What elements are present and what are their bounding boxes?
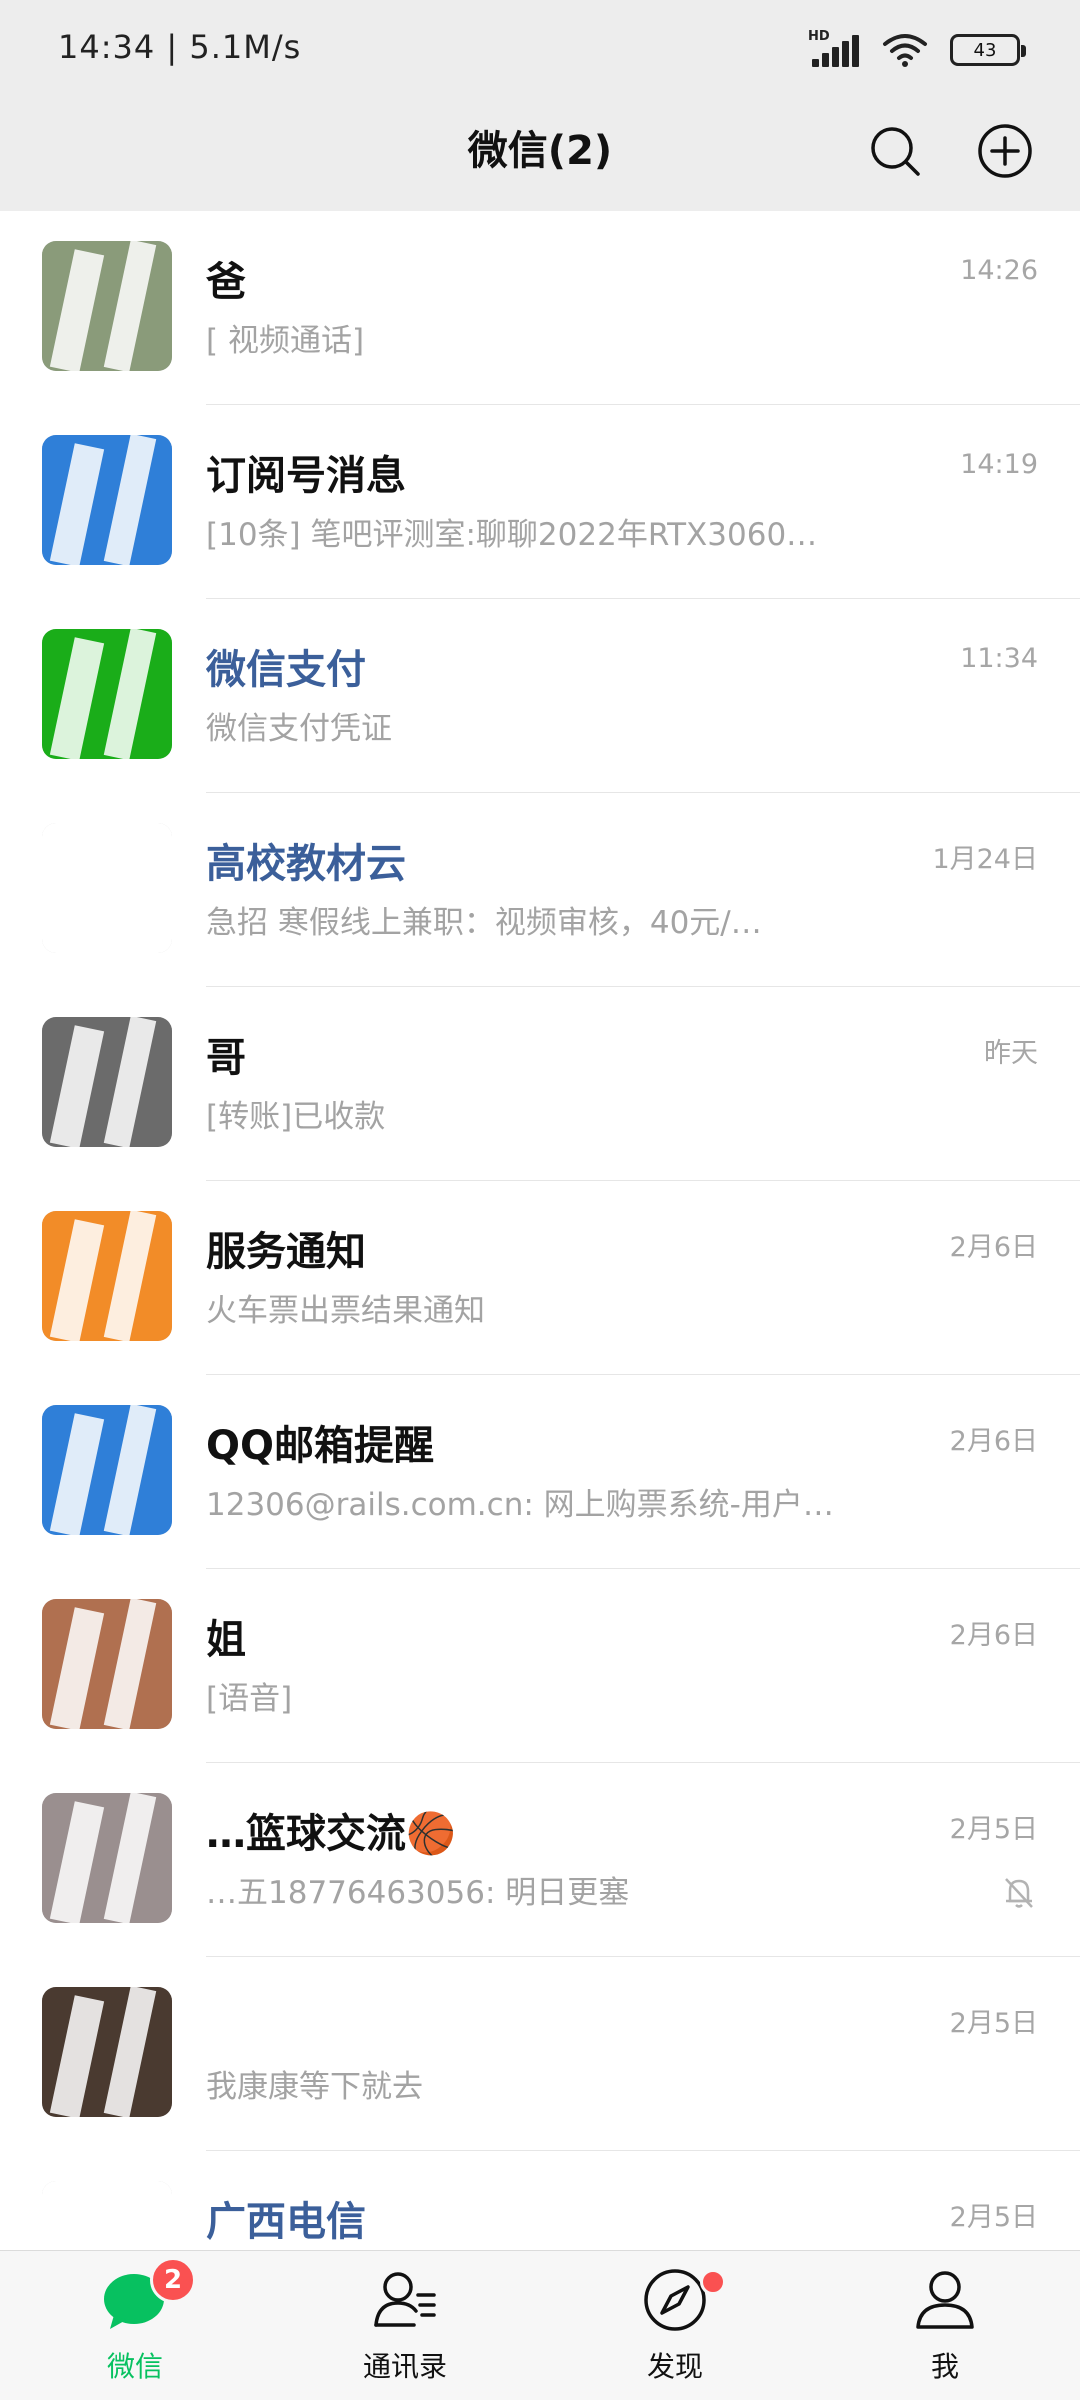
battery-level: 43 [973, 39, 997, 61]
chat-preview: 12306@rails.com.cn: 网上购票系统-用户… [206, 1487, 834, 1523]
chat-time: 2月6日 [949, 1620, 1038, 1651]
chat-time: 11:34 [960, 643, 1038, 674]
chat-time: 2月5日 [949, 1814, 1038, 1845]
chat-row[interactable]: 哥 [转账]已收款 昨天 [0, 987, 1080, 1181]
chat-preview: …五18776463056: 明日更塞 [206, 1875, 630, 1911]
signal-icon: HD [808, 29, 860, 69]
tab-me[interactable]: 我 [810, 2251, 1080, 2401]
chat-name: 广西电信 [206, 2199, 366, 2245]
chat-name: 订阅号消息 [206, 453, 406, 499]
chat-name: 高校教材云 [206, 841, 406, 887]
chat-avatar[interactable] [42, 435, 172, 565]
chat-avatar[interactable] [42, 241, 172, 371]
chat-avatar[interactable] [42, 1017, 172, 1147]
chat-avatar[interactable] [42, 823, 172, 953]
chat-time: 2月6日 [949, 1426, 1038, 1457]
chat-row[interactable]: 爸 [ 视频通话] 14:26 [0, 211, 1080, 405]
tab-label: 微信 [106, 2350, 163, 2383]
chat-name: 姐 [206, 1617, 246, 1663]
tab-chats[interactable]: 2 微信 [0, 2251, 270, 2401]
person-icon [916, 2271, 974, 2329]
chat-row[interactable]: 服务通知火车票出票结果通知 2月6日 [0, 1181, 1080, 1375]
chat-time: 1月24日 [932, 844, 1038, 875]
status-icons: HD 43 [808, 29, 1026, 70]
mute-bell-icon [1000, 1873, 1038, 1911]
battery-icon: 43 [950, 34, 1026, 66]
chat-name: 哥 [206, 1035, 246, 1081]
chat-avatar[interactable] [42, 1405, 172, 1535]
tab-label: 通讯录 [362, 2350, 447, 2383]
status-time-speed: 14:34 | 5.1M/s [58, 28, 302, 66]
chat-row[interactable]: 姐 [语音] 2月6日 [0, 1569, 1080, 1763]
chat-name: QQ邮箱提醒 [206, 1423, 435, 1469]
chat-preview: 微信支付凭证 [206, 711, 392, 747]
chat-preview: [转账]已收款 [206, 1099, 386, 1135]
chat-avatar[interactable] [42, 629, 172, 759]
tab-discover[interactable]: 发现 [540, 2251, 810, 2401]
chat-row[interactable]: …篮球交流🏀 …五18776463056: 明日更塞 2月5日 [0, 1763, 1080, 1957]
chat-avatar[interactable] [42, 1211, 172, 1341]
compass-icon [644, 2269, 706, 2331]
chat-row[interactable]: 微信支付微信支付凭证 11:34 [0, 599, 1080, 793]
chat-row[interactable]: 订阅号消息 [10条] 笔吧评测室:聊聊2022年RTX3060… 14:19 [0, 405, 1080, 599]
tab-label: 发现 [646, 2350, 703, 2383]
chat-time: 14:19 [960, 449, 1038, 480]
tab-contacts[interactable]: 通讯录 [270, 2251, 540, 2401]
wifi-icon [883, 34, 927, 67]
contacts-icon [374, 2272, 436, 2327]
chat-name: 爸 [206, 259, 246, 305]
chat-list[interactable]: 爸 [ 视频通话] 14:26 订阅号消息 [10条] 笔吧评测室:聊聊2022年RTX… [0, 211, 1080, 2250]
add-button[interactable] [970, 116, 1040, 186]
chat-row[interactable]: 高校教材云急招 寒假线上兼职：视频审核，40元/… 1月24日 [0, 793, 1080, 987]
chat-row[interactable]: 广西电信 2月5日 [0, 2151, 1080, 2250]
chat-preview: 我康康等下就去 [206, 2069, 423, 2105]
chat-name: 微信支付 [206, 647, 366, 693]
search-icon [871, 127, 920, 176]
chat-preview: [语音] [206, 1681, 293, 1717]
chat-preview: 急招 寒假线上兼职：视频审核，40元/… [206, 905, 762, 941]
chat-preview: [ 视频通话] [206, 323, 365, 359]
tab-label: 我 [930, 2350, 959, 2383]
status-bar: 14:34 | 5.1M/s HD 43 [0, 0, 1080, 96]
chat-time: 2月5日 [949, 2202, 1038, 2233]
chat-time: 14:26 [960, 255, 1038, 286]
plus-circle-icon [978, 124, 1032, 178]
app-header: 微信(2) [0, 96, 1080, 211]
new-dot-badge [700, 2269, 726, 2295]
chat-row[interactable]: 我康康等下就去 2月5日 [0, 1957, 1080, 2151]
chat-avatar[interactable] [42, 1793, 172, 1923]
chat-row[interactable]: QQ邮箱提醒 12306@rails.com.cn: 网上购票系统-用户… 2月6日 [0, 1375, 1080, 1569]
network-label: HD [808, 29, 830, 44]
chat-time: 2月6日 [949, 1232, 1038, 1263]
chat-avatar[interactable] [42, 1987, 172, 2117]
search-button[interactable] [860, 116, 930, 186]
chat-avatar[interactable] [42, 2181, 172, 2250]
chat-name: …篮球交流🏀 [206, 1811, 456, 1857]
chat-time: 2月5日 [949, 2008, 1038, 2039]
chat-preview: 火车票出票结果通知 [206, 1293, 485, 1329]
chat-avatar[interactable] [42, 1599, 172, 1729]
bottom-tab-bar: 2 微信 通讯录 发现 我 [0, 2250, 1080, 2400]
chat-preview: [10条] 笔吧评测室:聊聊2022年RTX3060… [206, 517, 818, 553]
chat-name: 服务通知 [206, 1229, 366, 1275]
chat-time: 昨天 [984, 1038, 1038, 1069]
unread-badge: 2 [150, 2257, 196, 2303]
